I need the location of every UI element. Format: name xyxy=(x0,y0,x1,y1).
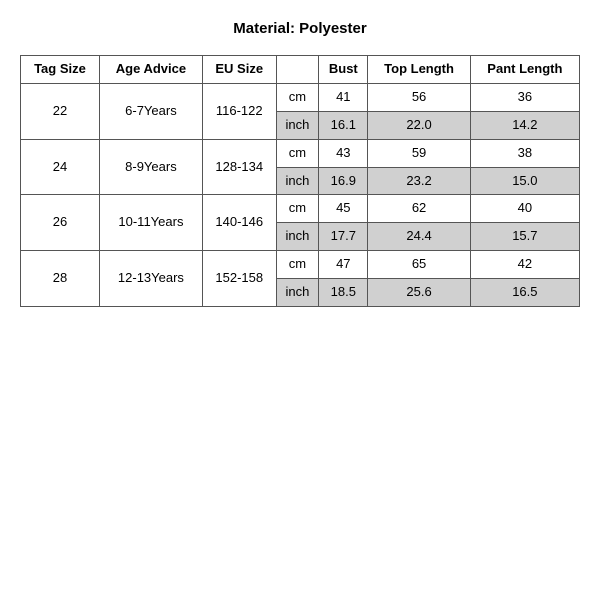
top-length-inch-28: 25.6 xyxy=(368,279,470,307)
bust-cm-24: 43 xyxy=(319,139,368,167)
bust-cm-26: 45 xyxy=(319,195,368,223)
pant-length-cm-22: 36 xyxy=(470,83,579,111)
unit-inch-26: inch xyxy=(276,223,319,251)
unit-inch-28: inch xyxy=(276,279,319,307)
bust-inch-24: 16.9 xyxy=(319,167,368,195)
age-advice-24: 8-9Years xyxy=(99,139,202,195)
tag-size-28: 28 xyxy=(21,251,100,307)
pant-length-inch-24: 15.0 xyxy=(470,167,579,195)
top-length-inch-22: 22.0 xyxy=(368,111,470,139)
tag-size-22: 22 xyxy=(21,83,100,139)
header-top-length: Top Length xyxy=(368,56,470,84)
eu-size-22: 116-122 xyxy=(202,83,276,139)
header-unit xyxy=(276,56,319,84)
header-age-advice: Age Advice xyxy=(99,56,202,84)
eu-size-28: 152-158 xyxy=(202,251,276,307)
unit-cm-24: cm xyxy=(276,139,319,167)
pant-length-cm-28: 42 xyxy=(470,251,579,279)
unit-cm-22: cm xyxy=(276,83,319,111)
header-tag-size: Tag Size xyxy=(21,56,100,84)
pant-length-inch-22: 14.2 xyxy=(470,111,579,139)
top-length-inch-26: 24.4 xyxy=(368,223,470,251)
age-advice-22: 6-7Years xyxy=(99,83,202,139)
main-container: Material: Polyester Tag Size Age Advice … xyxy=(20,20,580,307)
eu-size-24: 128-134 xyxy=(202,139,276,195)
top-length-cm-28: 65 xyxy=(368,251,470,279)
unit-inch-24: inch xyxy=(276,167,319,195)
pant-length-inch-26: 15.7 xyxy=(470,223,579,251)
table-row: 28 12-13Years 152-158 cm 47 65 42 xyxy=(21,251,580,279)
pant-length-cm-24: 38 xyxy=(470,139,579,167)
age-advice-26: 10-11Years xyxy=(99,195,202,251)
unit-cm-28: cm xyxy=(276,251,319,279)
header-eu-size: EU Size xyxy=(202,56,276,84)
size-table: Tag Size Age Advice EU Size Bust Top Len… xyxy=(20,55,580,307)
bust-cm-28: 47 xyxy=(319,251,368,279)
pant-length-cm-26: 40 xyxy=(470,195,579,223)
header-bust: Bust xyxy=(319,56,368,84)
eu-size-26: 140-146 xyxy=(202,195,276,251)
bust-cm-22: 41 xyxy=(319,83,368,111)
pant-length-inch-28: 16.5 xyxy=(470,279,579,307)
bust-inch-26: 17.7 xyxy=(319,223,368,251)
table-row: 22 6-7Years 116-122 cm 41 56 36 xyxy=(21,83,580,111)
top-length-cm-24: 59 xyxy=(368,139,470,167)
page-title: Material: Polyester xyxy=(20,20,580,37)
unit-cm-26: cm xyxy=(276,195,319,223)
header-pant-length: Pant Length xyxy=(470,56,579,84)
bust-inch-22: 16.1 xyxy=(319,111,368,139)
top-length-cm-26: 62 xyxy=(368,195,470,223)
tag-size-24: 24 xyxy=(21,139,100,195)
top-length-inch-24: 23.2 xyxy=(368,167,470,195)
table-row: 24 8-9Years 128-134 cm 43 59 38 xyxy=(21,139,580,167)
top-length-cm-22: 56 xyxy=(368,83,470,111)
bust-inch-28: 18.5 xyxy=(319,279,368,307)
tag-size-26: 26 xyxy=(21,195,100,251)
unit-inch-22: inch xyxy=(276,111,319,139)
age-advice-28: 12-13Years xyxy=(99,251,202,307)
table-row: 26 10-11Years 140-146 cm 45 62 40 xyxy=(21,195,580,223)
